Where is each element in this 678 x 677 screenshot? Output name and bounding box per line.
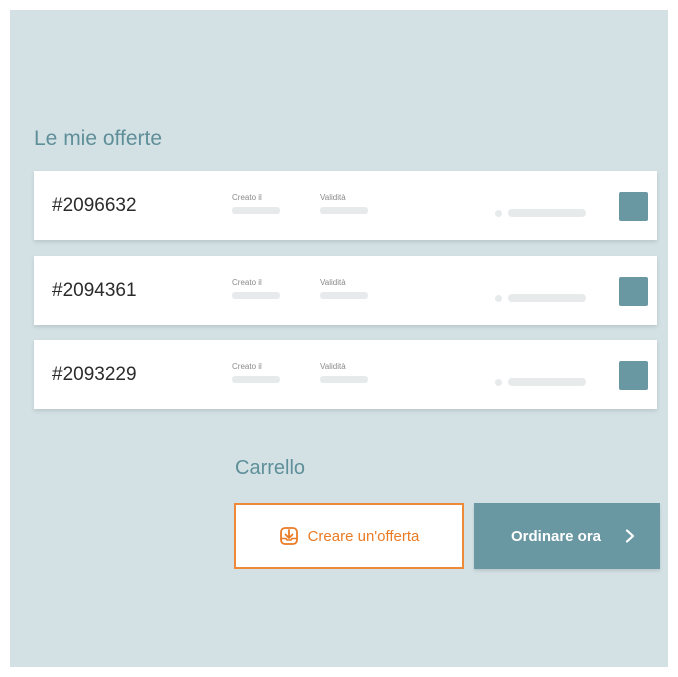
validity-label: Validità — [320, 362, 346, 371]
created-date: Creato il — [232, 362, 280, 383]
offers-section-title: Le mie offerte — [34, 127, 163, 150]
created-label: Creato il — [232, 278, 262, 287]
validity-date: Validità — [320, 193, 368, 214]
offer-select-checkbox[interactable] — [619, 361, 648, 390]
validity-value-placeholder — [320, 292, 368, 299]
status-dot — [495, 295, 502, 302]
validity-value-placeholder — [320, 376, 368, 383]
validity-label: Validità — [320, 193, 346, 202]
offer-select-checkbox[interactable] — [619, 192, 648, 221]
status-bar-placeholder — [508, 378, 586, 386]
created-value-placeholder — [232, 376, 280, 383]
validity-label: Validità — [320, 278, 346, 287]
status-dot — [495, 379, 502, 386]
offer-select-checkbox[interactable] — [619, 277, 648, 306]
validity-value-placeholder — [320, 207, 368, 214]
cart-title: Carrello — [235, 457, 306, 479]
created-value-placeholder — [232, 207, 280, 214]
created-label: Creato il — [232, 362, 262, 371]
status-bar-placeholder — [508, 209, 586, 217]
validity-date: Validità — [320, 362, 368, 383]
order-now-button[interactable]: Ordinare ora — [474, 503, 660, 569]
offer-card[interactable]: #2096632 Creato il Validità — [34, 171, 657, 240]
order-now-label: Ordinare ora — [511, 527, 602, 545]
create-offer-button[interactable]: Creare un'offerta — [234, 503, 464, 569]
chevron-right-icon — [625, 529, 635, 543]
download-icon — [279, 526, 299, 546]
created-value-placeholder — [232, 292, 280, 299]
offer-id: #2094361 — [52, 280, 137, 301]
status-bar-placeholder — [508, 294, 586, 302]
created-date: Creato il — [232, 193, 280, 214]
status-dot — [495, 210, 502, 217]
offers-list: #2096632 Creato il Validità #2094361 Cre… — [34, 171, 657, 425]
created-date: Creato il — [232, 278, 280, 299]
offer-id: #2093229 — [52, 364, 137, 385]
validity-date: Validità — [320, 278, 368, 299]
offer-card[interactable]: #2094361 Creato il Validità — [34, 256, 657, 325]
offer-card[interactable]: #2093229 Creato il Validità — [34, 340, 657, 409]
create-offer-label: Creare un'offerta — [307, 527, 420, 545]
created-label: Creato il — [232, 193, 262, 202]
offer-id: #2096632 — [52, 195, 137, 216]
